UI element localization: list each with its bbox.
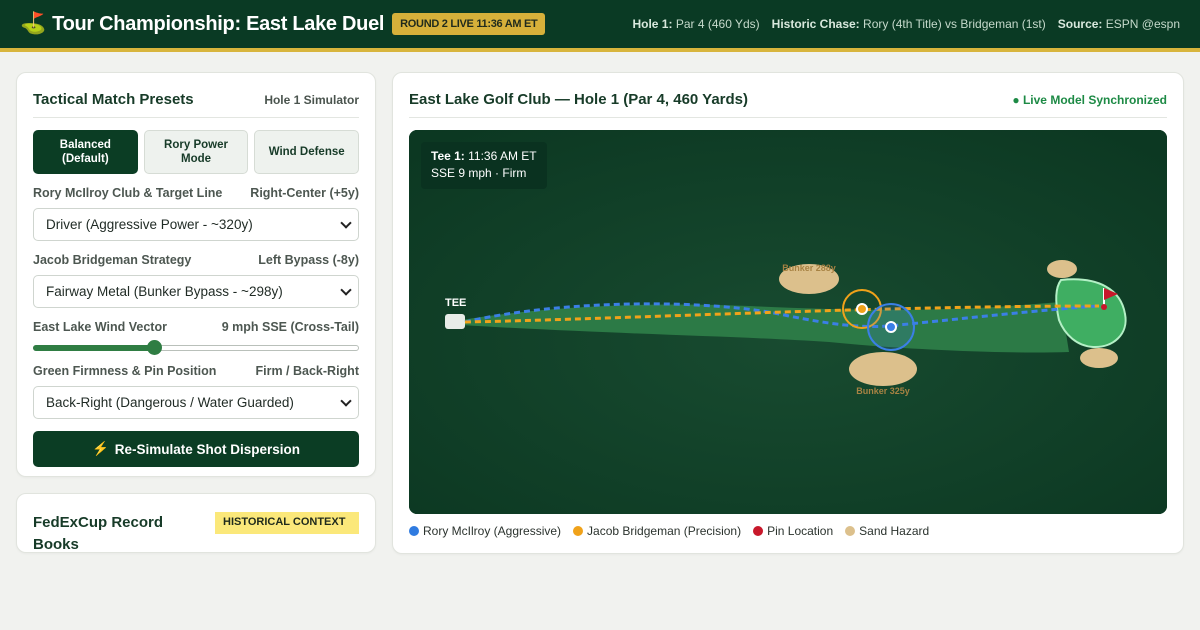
legend-dot bbox=[409, 526, 419, 536]
legend-pin: Pin Location bbox=[753, 524, 833, 538]
meta-hole: Hole 1: Par 4 (460 Yds) bbox=[632, 17, 760, 31]
rory-club-selected: Driver (Aggressive Power - ~320y) bbox=[46, 217, 253, 232]
top-bar: ⛳ Tour Championship: East Lake Duel ROUN… bbox=[0, 0, 1200, 52]
bridgeman-strategy-label: Jacob Bridgeman Strategy bbox=[33, 253, 192, 267]
historical-context-badge: HISTORICAL CONTEXT bbox=[215, 512, 359, 534]
legend-dot bbox=[753, 526, 764, 536]
resimulate-label: Re-Simulate Shot Dispersion bbox=[114, 441, 301, 457]
legend-rory: Rory McIlroy (Aggressive) bbox=[409, 524, 561, 538]
hole-map-card: East Lake Golf Club — Hole 1 (Par 4, 460… bbox=[392, 72, 1184, 554]
tee-conditions: SSE 9 mph · Firm bbox=[431, 166, 527, 181]
meta-chase: Historic Chase: Rory (4th Title) vs Brid… bbox=[771, 17, 1046, 31]
wind-slider-thumb[interactable] bbox=[146, 340, 162, 355]
chevron-down-icon bbox=[340, 283, 352, 296]
wind-vector-label: East Lake Wind Vector bbox=[33, 320, 167, 334]
records-header: FedExCup Record Books HISTORICAL CONTEXT bbox=[33, 512, 359, 553]
header-meta: Hole 1: Par 4 (460 Yds) Historic Chase: … bbox=[632, 17, 1180, 31]
preset-wind-defense-button[interactable]: Wind Defense bbox=[254, 130, 360, 174]
rory-target-value: Right-Center (+5y) bbox=[250, 186, 359, 200]
app-title: Tour Championship: East Lake Duel bbox=[52, 12, 385, 35]
green-bunker-top bbox=[1047, 260, 1077, 278]
lightning-icon: ⚡ bbox=[91, 441, 109, 456]
map-card-title: East Lake Golf Club — Hole 1 (Par 4, 460… bbox=[409, 91, 749, 108]
legend-dot bbox=[845, 526, 856, 536]
rory-club-label: Rory McIlroy Club & Target Line bbox=[33, 186, 223, 200]
tee-label: TEE bbox=[445, 297, 466, 309]
tee-box bbox=[445, 314, 465, 329]
live-badge: ROUND 2 LIVE 11:36 AM ET bbox=[392, 13, 546, 35]
hole-map[interactable]: TEE Bunker 288y Bunker 325y Tee 1: 11:36… bbox=[409, 130, 1167, 514]
map-legend: Rory McIlroy (Aggressive) Jacob Bridgema… bbox=[409, 524, 1167, 538]
green-row: Green Firmness & Pin Position Firm / Bac… bbox=[33, 364, 359, 378]
presets-card-header: Tactical Match Presets Hole 1 Simulator bbox=[33, 91, 359, 118]
bunker-288-label: Bunker 288y bbox=[782, 263, 836, 273]
pin-position-select[interactable]: Back-Right (Dangerous / Water Guarded) bbox=[33, 386, 359, 419]
pin-location bbox=[1101, 304, 1107, 310]
resimulate-button[interactable]: ⚡ Re-Simulate Shot Dispersion bbox=[33, 431, 359, 467]
bridgeman-strategy-value: Left Bypass (-8y) bbox=[258, 253, 359, 267]
preset-buttons: Balanced (Default) Rory Power Mode Wind … bbox=[33, 130, 360, 174]
green-firmness-value: Firm / Back-Right bbox=[255, 364, 360, 378]
tee-time: 11:36 AM ET bbox=[468, 149, 537, 163]
chevron-down-icon bbox=[340, 394, 352, 407]
tactical-presets-card: Tactical Match Presets Hole 1 Simulator … bbox=[16, 72, 376, 477]
pin-position-selected: Back-Right (Dangerous / Water Guarded) bbox=[46, 395, 294, 410]
meta-source: Source: ESPN @espn bbox=[1057, 17, 1180, 31]
bridgeman-strategy-select[interactable]: Fairway Metal (Bunker Bypass - ~298y) bbox=[33, 275, 359, 308]
bridgeman-landing-dot bbox=[856, 303, 868, 315]
tee-info-label: Tee 1: bbox=[431, 149, 465, 163]
wind-vector-value: 9 mph SSE (Cross-Tail) bbox=[221, 320, 359, 334]
bunker-325-label: Bunker 325y bbox=[856, 386, 910, 396]
wind-slider[interactable] bbox=[33, 340, 359, 355]
bridgeman-strategy-selected: Fairway Metal (Bunker Bypass - ~298y) bbox=[46, 284, 283, 299]
green-bunker-bottom bbox=[1080, 348, 1118, 368]
record-books-card: FedExCup Record Books HISTORICAL CONTEXT bbox=[16, 493, 376, 553]
legend-sand: Sand Hazard bbox=[845, 524, 929, 538]
simulator-label: Hole 1 Simulator bbox=[264, 92, 359, 107]
bunker-325 bbox=[849, 352, 917, 386]
wind-row: East Lake Wind Vector 9 mph SSE (Cross-T… bbox=[33, 320, 359, 334]
legend-bridgeman: Jacob Bridgeman (Precision) bbox=[573, 524, 741, 538]
rory-club-select[interactable]: Driver (Aggressive Power - ~320y) bbox=[33, 208, 359, 241]
rory-club-row: Rory McIlroy Club & Target Line Right-Ce… bbox=[33, 186, 359, 200]
records-title: FedExCup Record Books bbox=[33, 514, 164, 553]
bridgeman-row: Jacob Bridgeman Strategy Left Bypass (-8… bbox=[33, 253, 359, 267]
sync-status: ● Live Model Synchronized bbox=[1012, 92, 1167, 107]
golf-flag-icon: ⛳ bbox=[20, 12, 47, 35]
green-firmness-label: Green Firmness & Pin Position bbox=[33, 364, 217, 378]
presets-card-title: Tactical Match Presets bbox=[33, 91, 194, 108]
legend-dot bbox=[573, 526, 584, 536]
wind-slider-fill bbox=[33, 345, 154, 351]
rory-landing-dot bbox=[885, 321, 897, 333]
map-card-header: East Lake Golf Club — Hole 1 (Par 4, 460… bbox=[409, 91, 1167, 118]
chevron-down-icon bbox=[340, 216, 352, 229]
preset-balanced-button[interactable]: Balanced (Default) bbox=[33, 130, 138, 174]
preset-rory-power-button[interactable]: Rory Power Mode bbox=[143, 130, 249, 174]
tee-info-box: Tee 1: 11:36 AM ET SSE 9 mph · Firm bbox=[421, 142, 547, 189]
